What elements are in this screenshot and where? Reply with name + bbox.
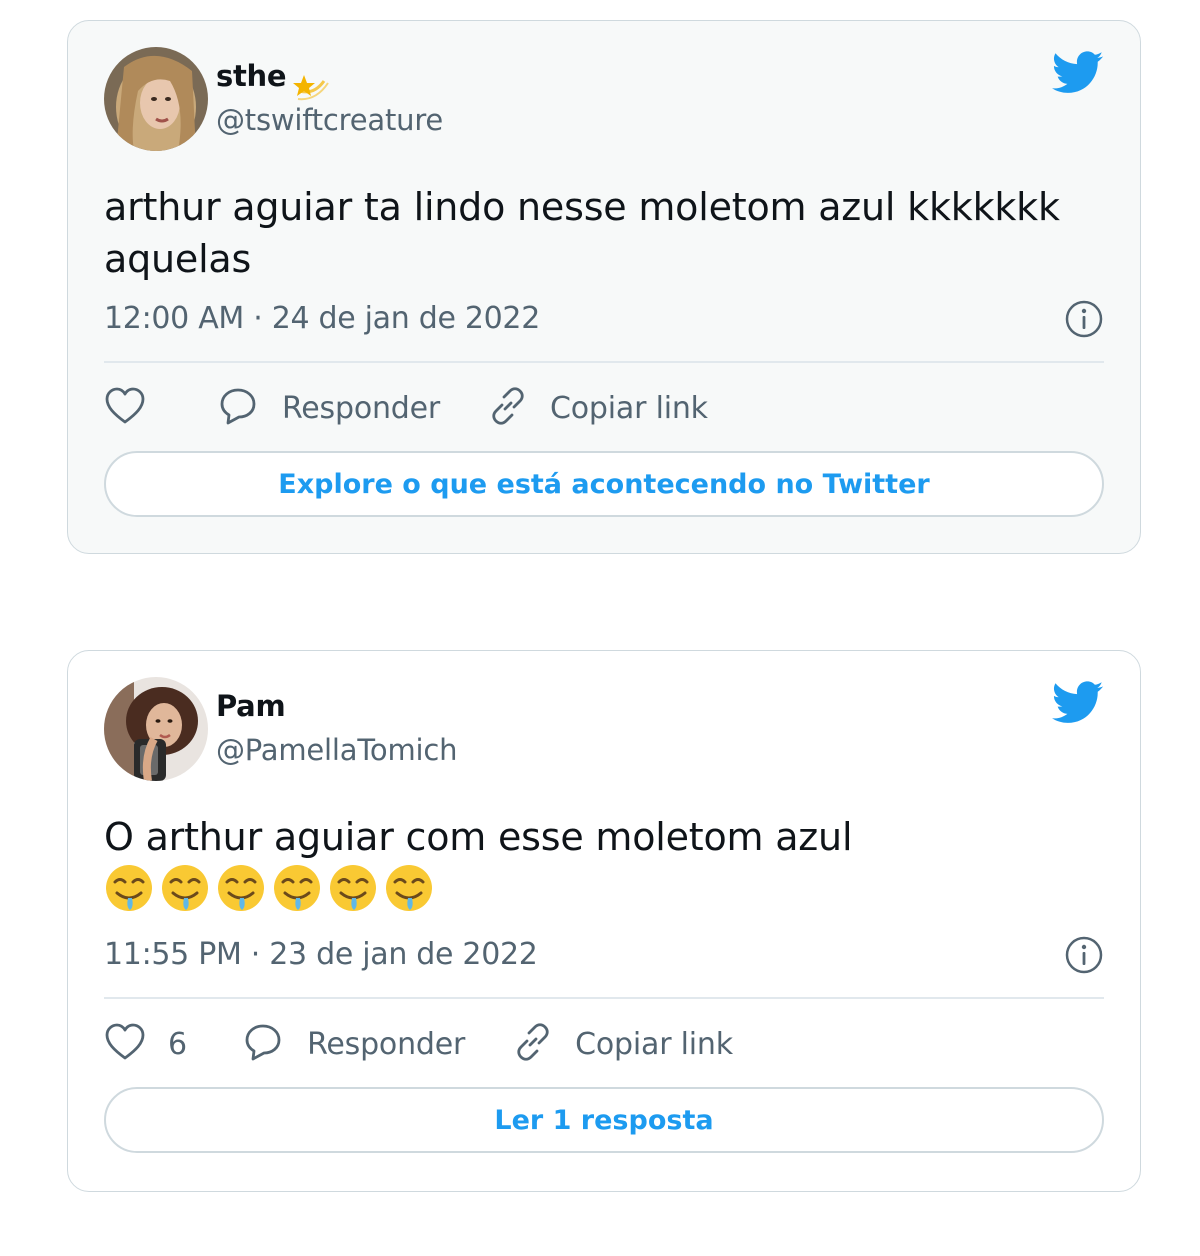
like-button[interactable]: 6 — [104, 1022, 187, 1066]
twitter-bird-icon[interactable] — [1051, 681, 1104, 729]
author-name[interactable]: sthe — [216, 59, 287, 93]
tweet-text-content: O arthur aguiar com esse moletom azul — [104, 815, 853, 859]
reply-bubble-icon — [243, 1022, 283, 1066]
drooling-face-emoji — [330, 865, 376, 911]
tweet-card-2[interactable]: Pam @PamellaTomich O arthur aguiar com e… — [67, 650, 1141, 1192]
tweet-card-1[interactable]: sthe @tswiftcreature arthur aguiar ta li… — [67, 20, 1141, 554]
drooling-face-emoji — [106, 865, 152, 911]
tweet-text: arthur aguiar ta lindo nesse moletom azu… — [104, 185, 1060, 281]
copy-link-label: Copiar link — [550, 390, 708, 426]
link-icon — [513, 1022, 553, 1066]
drooling-face-emoji — [386, 865, 432, 911]
reply-bubble-icon — [218, 386, 258, 430]
heart-icon — [104, 386, 146, 430]
copy-link-label: Copiar link — [575, 1026, 733, 1062]
drooling-face-emoji — [218, 865, 264, 911]
info-icon[interactable] — [1064, 935, 1104, 979]
divider — [104, 997, 1104, 999]
copy-link-button[interactable]: Copiar link — [513, 1022, 733, 1066]
author-name[interactable]: Pam — [216, 689, 286, 723]
like-button[interactable] — [104, 386, 146, 430]
explore-twitter-button[interactable]: Explore o que está acontecendo no Twitte… — [104, 451, 1104, 517]
reply-button[interactable]: Responder — [243, 1022, 465, 1066]
divider — [104, 361, 1104, 363]
tweet-actions: 6 Responder Copiar link — [104, 1019, 1104, 1069]
info-icon[interactable] — [1064, 299, 1104, 343]
tweet-actions: Responder Copiar link — [104, 383, 1104, 433]
tweet-text: O arthur aguiar com esse moletom azul — [104, 811, 1104, 926]
timestamp[interactable]: 11:55 PM · 23 de jan de 2022 — [104, 937, 538, 972]
reply-label: Responder — [282, 390, 441, 426]
drooling-face-emoji-run — [104, 863, 440, 926]
heart-icon — [104, 1022, 146, 1066]
copy-link-button[interactable]: Copiar link — [488, 386, 708, 430]
reply-button[interactable]: Responder — [218, 386, 440, 430]
like-count: 6 — [168, 1026, 188, 1062]
author-handle[interactable]: @PamellaTomich — [216, 733, 457, 767]
link-icon — [488, 386, 528, 430]
reply-label: Responder — [307, 1026, 466, 1062]
timestamp[interactable]: 12:00 AM · 24 de jan de 2022 — [104, 301, 540, 336]
twitter-bird-icon[interactable] — [1051, 51, 1104, 99]
avatar[interactable] — [104, 677, 208, 781]
drooling-face-emoji — [162, 865, 208, 911]
drooling-face-emoji — [274, 865, 320, 911]
read-replies-button[interactable]: Ler 1 resposta — [104, 1087, 1104, 1153]
avatar[interactable] — [104, 47, 208, 151]
shooting-star-icon — [290, 61, 330, 105]
author-handle[interactable]: @tswiftcreature — [216, 103, 443, 137]
